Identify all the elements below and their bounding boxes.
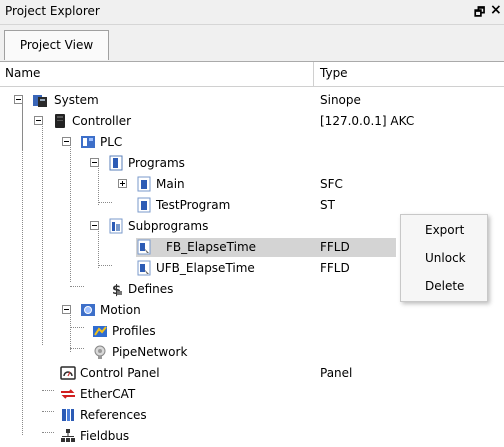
tree-row-fieldbus[interactable]: Fieldbus	[0, 426, 504, 447]
close-icon[interactable]: ×	[490, 2, 502, 18]
system-icon	[32, 92, 48, 108]
tree-row-label: Control Panel	[80, 366, 160, 380]
collapse-toggle[interactable]	[90, 221, 99, 230]
context-menu-delete[interactable]: Delete	[425, 279, 464, 293]
tree-row-label: EtherCAT	[80, 387, 136, 401]
profiles-icon	[92, 323, 108, 339]
plc-icon	[80, 134, 96, 150]
tree-row-type: SFC	[320, 177, 343, 191]
context-menu-unlock[interactable]: Unlock	[425, 251, 466, 265]
tree-row-label: Programs	[128, 156, 185, 170]
tree-row-ethercat[interactable]: EtherCAT	[0, 384, 504, 405]
references-icon	[60, 407, 76, 423]
tree-row-label: Fieldbus	[80, 429, 130, 443]
tree-row-label: FB_ElapseTime	[166, 240, 257, 254]
tree-row-label: Controller	[72, 114, 132, 128]
ethercat-icon	[60, 386, 76, 402]
tree-row-type: ST	[320, 198, 335, 212]
tree-row-label: References	[80, 408, 147, 422]
control-panel-icon	[60, 365, 76, 381]
tree-row-label: TestProgram	[156, 198, 231, 212]
tree-row-type: FFLD	[320, 261, 350, 275]
tree-row-label: Subprograms	[128, 219, 209, 233]
programs-folder-icon	[108, 155, 124, 171]
panel-title: Project Explorer	[5, 4, 100, 18]
collapse-toggle[interactable]	[62, 305, 71, 314]
tree-row-motion[interactable]: Motion	[0, 300, 504, 321]
tree-row-label: System	[54, 93, 99, 107]
column-header-type[interactable]: Type	[320, 66, 348, 80]
tree-row-profiles[interactable]: Profiles	[0, 321, 504, 342]
collapse-toggle[interactable]	[62, 137, 71, 146]
function-block-icon	[136, 260, 152, 276]
tree-row-type: FFLD	[320, 240, 350, 254]
tree-row-control-panel[interactable]: Control Panel Panel	[0, 363, 504, 384]
panel-titlebar: Project Explorer 🗗 ×	[0, 0, 504, 25]
context-menu-export[interactable]: Export	[425, 223, 464, 237]
tab-project-view[interactable]: Project View	[4, 30, 109, 60]
tree-row-testprogram[interactable]: TestProgram ST	[0, 195, 504, 216]
tree-row-label: Main	[156, 177, 185, 191]
controller-icon	[52, 113, 68, 129]
subprograms-folder-icon	[108, 218, 124, 234]
program-icon	[136, 176, 152, 192]
tree-row-label: Motion	[100, 303, 141, 317]
column-header: Name Type	[0, 62, 504, 87]
project-explorer-panel: Project Explorer 🗗 × Project View Name T…	[0, 0, 504, 443]
collapse-toggle[interactable]	[14, 95, 23, 104]
collapse-toggle[interactable]	[34, 116, 43, 125]
tree-row-plc[interactable]: PLC	[0, 132, 504, 153]
float-window-icon[interactable]: 🗗	[474, 3, 485, 24]
tab-strip: Project View	[0, 25, 504, 62]
tree-row-pipenetwork[interactable]: PipeNetwork	[0, 342, 504, 363]
column-separator[interactable]	[313, 62, 314, 86]
pipenetwork-icon	[92, 344, 108, 360]
tree-row-controller[interactable]: Controller [127.0.0.1] AKC	[0, 111, 504, 132]
column-header-name[interactable]: Name	[5, 66, 40, 80]
tree-row-label: PLC	[100, 135, 123, 149]
tree-row-type: Sinope	[320, 93, 361, 107]
tree-row-references[interactable]: References	[0, 405, 504, 426]
tree-row-label: UFB_ElapseTime	[156, 261, 255, 275]
motion-icon	[80, 302, 96, 318]
fieldbus-icon	[60, 428, 76, 444]
tree-row-main[interactable]: Main SFC	[0, 174, 504, 195]
tree-row-type: Panel	[320, 366, 353, 380]
tree-row-programs[interactable]: Programs	[0, 153, 504, 174]
tree-row-label: Defines	[128, 282, 174, 296]
tree-row-label: Profiles	[112, 324, 156, 338]
tree-row-type: [127.0.0.1] AKC	[320, 114, 415, 128]
context-menu: Export Unlock Delete	[400, 214, 488, 302]
tree-row-system[interactable]: System Sinope	[0, 90, 504, 111]
defines-icon: $	[108, 281, 124, 298]
tree-row-label: PipeNetwork	[112, 345, 188, 359]
program-icon	[136, 197, 152, 213]
function-block-icon	[136, 239, 152, 255]
expand-toggle[interactable]	[118, 179, 127, 188]
collapse-toggle[interactable]	[90, 158, 99, 167]
